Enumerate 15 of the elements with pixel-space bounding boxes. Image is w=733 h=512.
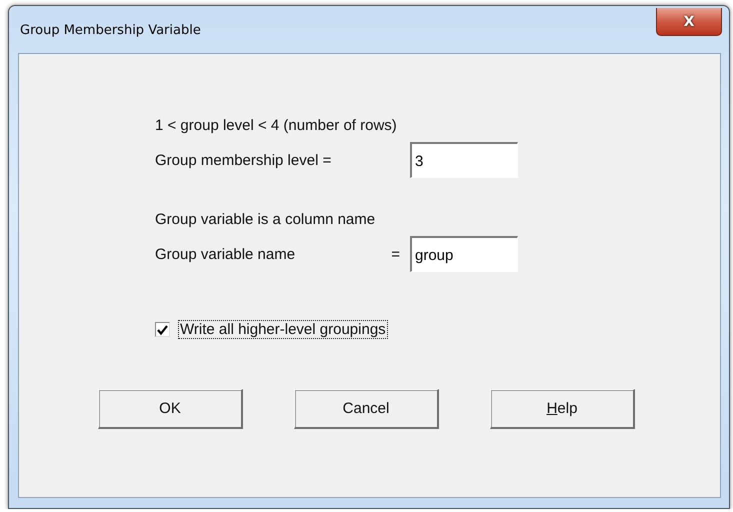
window-title: Group Membership Variable [20, 23, 201, 38]
dialog-button[interactable]: Help [490, 389, 635, 429]
close-button[interactable]: X [656, 8, 722, 36]
dialog-button[interactable]: OK [98, 389, 243, 429]
input-field[interactable]: group [410, 236, 518, 272]
dialog-button[interactable]: Cancel [294, 389, 439, 429]
checkbox[interactable] [155, 322, 170, 337]
checkmark-icon [157, 324, 168, 334]
checkbox-label[interactable]: Write all higher-level groupings [178, 320, 388, 339]
input-field[interactable]: 3 [410, 142, 518, 178]
field-label: Group variable name [155, 246, 296, 262]
equals-sign: = [391, 246, 400, 262]
field-hint: Group variable is a column name [155, 211, 376, 228]
field-label: Group membership level = [155, 152, 332, 168]
range-hint: 1 < group level < 4 (number of rows) [155, 117, 398, 134]
